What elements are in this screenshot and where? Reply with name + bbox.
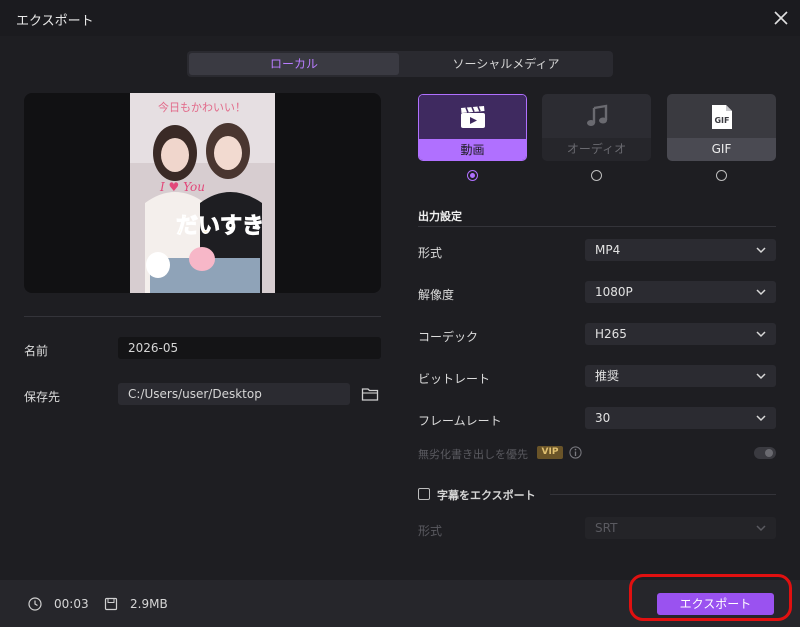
lossless-export-label: 無劣化書き出しを優先	[418, 448, 528, 461]
format-card-video[interactable]: 動画	[418, 94, 527, 161]
radio-gif[interactable]	[716, 170, 727, 181]
resolution-select[interactable]: 1080P	[585, 281, 776, 303]
radio-video[interactable]	[467, 170, 478, 181]
format-value: MP4	[595, 243, 621, 257]
export-subtitles-checkbox[interactable]	[418, 488, 430, 500]
subtitle-format-value: SRT	[595, 521, 618, 535]
subtitle-divider	[550, 494, 776, 495]
chevron-down-icon	[756, 331, 766, 338]
resolution-label: 解像度	[418, 288, 455, 302]
subtitle-format-label: 形式	[418, 524, 443, 538]
format-card-gif-label: GIF	[667, 138, 776, 161]
output-settings-title: 出力設定	[418, 210, 462, 223]
left-divider	[24, 316, 381, 317]
highlight-annotation	[629, 574, 792, 621]
vip-badge: VIP	[537, 446, 563, 459]
radio-audio[interactable]	[591, 170, 602, 181]
close-button[interactable]	[770, 7, 792, 29]
format-card-audio[interactable]: オーディオ	[542, 94, 651, 161]
folder-icon[interactable]	[361, 386, 379, 402]
save-location-input[interactable]: C:/Users/user/Desktop	[118, 383, 350, 405]
tab-local[interactable]: ローカル	[189, 53, 399, 75]
format-card-gif[interactable]: GIF GIF	[667, 94, 776, 161]
bitrate-value: 推奨	[595, 369, 620, 383]
title-bar	[0, 0, 800, 36]
framerate-select[interactable]: 30	[585, 407, 776, 429]
tab-social-media[interactable]: ソーシャルメディア	[401, 53, 611, 75]
chevron-down-icon	[756, 373, 766, 380]
bitrate-label: ビットレート	[418, 372, 491, 386]
close-icon	[774, 11, 788, 25]
thumbnail-caption-main: だいすき	[176, 214, 264, 239]
chevron-down-icon	[756, 525, 766, 532]
duration-text: 00:03	[54, 597, 89, 611]
output-settings-divider	[418, 226, 776, 227]
chevron-down-icon	[756, 415, 766, 422]
lossless-export-toggle[interactable]	[754, 447, 776, 459]
info-icon[interactable]	[569, 446, 582, 459]
format-card-audio-label: オーディオ	[542, 138, 651, 161]
thumbnail-caption-top: 今日もかわいい！	[158, 100, 246, 114]
codec-label: コーデック	[418, 330, 479, 344]
save-disk-icon	[104, 597, 118, 611]
gif-icon-text: GIF	[714, 116, 729, 125]
music-note-icon	[586, 104, 607, 126]
bitrate-select[interactable]: 推奨	[585, 365, 776, 387]
export-target-tabs: ローカル ソーシャルメディア	[187, 51, 613, 77]
chevron-down-icon	[756, 247, 766, 254]
codec-select[interactable]: H265	[585, 323, 776, 345]
video-preview: 今日もかわいい！ I ♥ You だいすき	[24, 93, 381, 293]
gif-file-icon: GIF	[711, 105, 732, 129]
thumbnail-caption-love: I ♥ You	[159, 180, 205, 194]
framerate-label: フレームレート	[418, 414, 502, 428]
codec-value: H265	[595, 327, 627, 341]
framerate-value: 30	[595, 411, 611, 425]
clock-icon	[28, 597, 42, 611]
name-label: 名前	[24, 344, 49, 358]
export-subtitles-label[interactable]: 字幕をエクスポート	[437, 487, 536, 503]
file-size-text: 2.9MB	[130, 597, 168, 611]
save-location-label: 保存先	[24, 390, 61, 404]
format-label: 形式	[418, 246, 443, 260]
name-input[interactable]: 2026-05	[118, 337, 381, 359]
window-title: エクスポート	[16, 14, 94, 29]
chevron-down-icon	[756, 289, 766, 296]
video-thumbnail: 今日もかわいい！ I ♥ You だいすき	[130, 93, 275, 293]
clapperboard-icon	[460, 106, 485, 128]
resolution-value: 1080P	[595, 285, 633, 299]
format-card-video-label: 動画	[419, 139, 526, 160]
format-select[interactable]: MP4	[585, 239, 776, 261]
subtitle-format-select: SRT	[585, 517, 776, 539]
